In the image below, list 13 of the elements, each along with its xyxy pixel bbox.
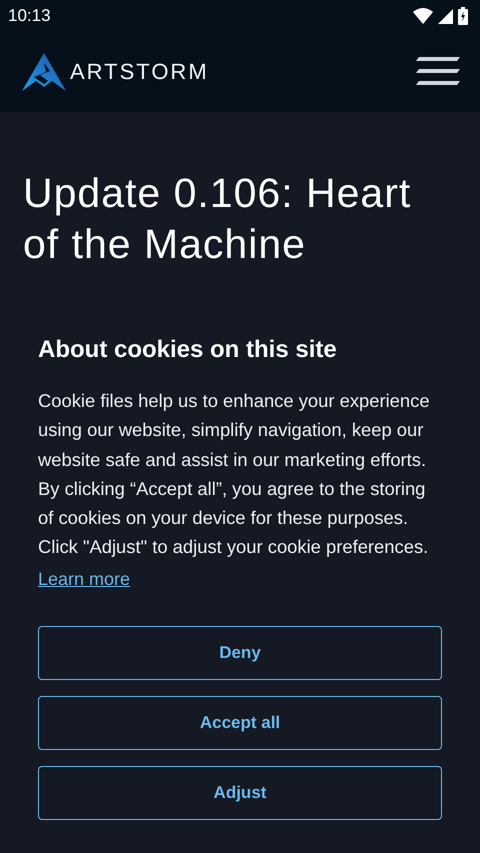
cookie-button[interactable]: Accept all	[38, 696, 442, 750]
cookie-button[interactable]: Deny	[38, 626, 442, 680]
article-title: Update 0.106: Heart of the Machine	[23, 169, 412, 269]
banner-heading: About cookies on this site	[38, 336, 338, 364]
signal-icon	[438, 8, 453, 24]
logo-text[interactable]: ARTSTORM	[70, 59, 209, 85]
cookie-button[interactable]: Adjust	[38, 766, 442, 820]
battery-icon	[458, 7, 468, 25]
learn-more-link[interactable]: Learn more	[38, 568, 130, 590]
clock: 10:13	[8, 6, 51, 26]
logo-icon	[22, 53, 66, 91]
wifi-icon	[413, 8, 433, 24]
banner-text: Cookie files help us to enhance your experience using our website, simplify navigation, keep our website safe and assist in our marketing efforts. By clicking “Accept all”, you agree to the storing of cookies on your device for these purposes. Click "Adjust" to adjust your cookie preferences.	[38, 389, 431, 560]
